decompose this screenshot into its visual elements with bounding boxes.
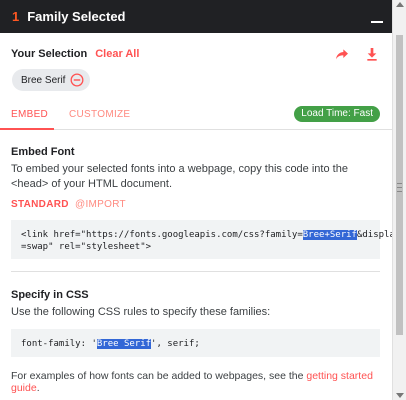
- code-highlight: Bree+Serif: [302, 230, 357, 240]
- share-icon[interactable]: [334, 46, 350, 62]
- download-icon[interactable]: [364, 46, 380, 62]
- code-line-2: =swap" rel="stylesheet">: [21, 242, 152, 252]
- embed-description: To embed your selected fonts into a webp…: [11, 163, 348, 190]
- css-code-start: font-family: ': [21, 339, 97, 349]
- font-chip: Bree Serif: [12, 69, 91, 91]
- tab-embed[interactable]: EMBED: [11, 109, 48, 120]
- active-tab-indicator: [0, 128, 54, 130]
- selection-row: Your Selection Clear All: [11, 46, 380, 62]
- tab-import[interactable]: @IMPORT: [75, 199, 126, 210]
- scrollbar[interactable]: [392, 0, 406, 400]
- embed-font-title: Embed Font: [11, 146, 75, 158]
- remove-circle-icon[interactable]: [70, 73, 84, 87]
- code-line-1-start: <link href="https://fonts.googleapis.com…: [21, 230, 303, 240]
- scroll-up-icon[interactable]: [396, 2, 404, 7]
- tab-bar: EMBED CUSTOMIZE Load Time: Fast: [0, 103, 392, 130]
- drawer-header: 1 Family Selected: [0, 0, 392, 33]
- minimize-icon[interactable]: [370, 6, 384, 26]
- selected-count: 1: [12, 9, 20, 24]
- scroll-down-icon[interactable]: [396, 393, 404, 398]
- footer-note: For examples of how fonts can be added t…: [11, 370, 380, 394]
- footer-end: .: [36, 382, 40, 394]
- css-code-block[interactable]: font-family: 'Bree Serif', serif;: [11, 329, 380, 357]
- clear-all-button[interactable]: Clear All: [95, 48, 139, 60]
- css-code-highlight: Bree Serif: [96, 339, 152, 349]
- load-time-badge: Load Time: Fast: [294, 106, 380, 122]
- drawer-content: Your Selection Clear All Bree Serif EMBE…: [0, 33, 400, 400]
- tab-customize[interactable]: CUSTOMIZE: [69, 109, 130, 120]
- drawer-title: Family Selected: [27, 9, 126, 24]
- your-selection-label: Your Selection: [11, 48, 88, 60]
- section-divider: [11, 271, 380, 272]
- embed-code-block[interactable]: <link href="https://fonts.googleapis.com…: [11, 220, 400, 259]
- footer-text: For examples of how fonts can be added t…: [11, 370, 307, 382]
- chip-label: Bree Serif: [21, 74, 66, 86]
- specify-css-title: Specify in CSS: [11, 289, 89, 301]
- selection-actions: [334, 46, 380, 62]
- scrollbar-grip-icon: [397, 183, 402, 192]
- css-description: Use the following CSS rules to specify t…: [11, 306, 271, 318]
- css-code-end: ', serif;: [151, 339, 200, 349]
- tab-standard[interactable]: STANDARD: [11, 199, 69, 210]
